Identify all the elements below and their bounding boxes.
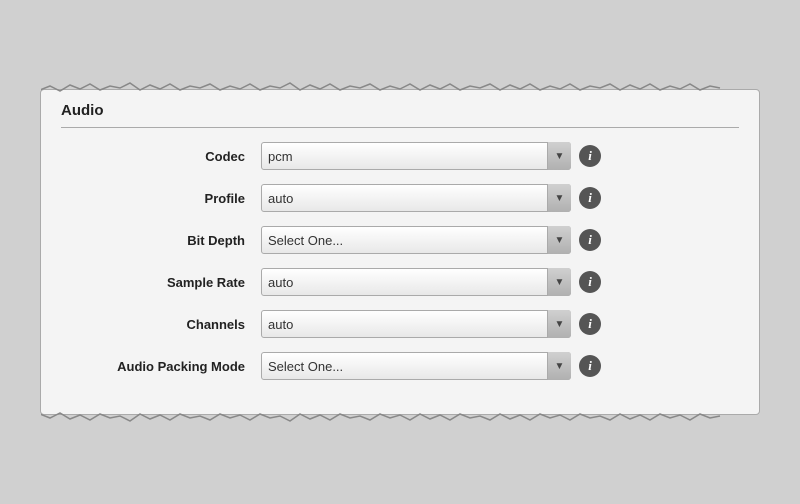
sample-rate-select[interactable]: auto 44100 48000 96000 — [261, 268, 571, 296]
channels-row: Channels auto 1 2 6 ▼ i — [61, 310, 739, 338]
bit-depth-control-wrap: Select One... 8 16 24 32 ▼ i — [261, 226, 601, 254]
channels-label: Channels — [61, 317, 261, 332]
codec-select[interactable]: pcm aac mp3 ac3 — [261, 142, 571, 170]
audio-packing-mode-select-wrapper: Select One... normal packed ▼ — [261, 352, 571, 380]
audio-packing-mode-label: Audio Packing Mode — [61, 359, 261, 374]
bit-depth-select-wrapper: Select One... 8 16 24 32 ▼ — [261, 226, 571, 254]
sample-rate-control-wrap: auto 44100 48000 96000 ▼ i — [261, 268, 601, 296]
sample-rate-select-wrapper: auto 44100 48000 96000 ▼ — [261, 268, 571, 296]
audio-packing-mode-select[interactable]: Select One... normal packed — [261, 352, 571, 380]
codec-select-wrapper: pcm aac mp3 ac3 ▼ — [261, 142, 571, 170]
audio-packing-mode-row: Audio Packing Mode Select One... normal … — [61, 352, 739, 380]
codec-info-icon[interactable]: i — [579, 145, 601, 167]
codec-label: Codec — [61, 149, 261, 164]
sample-rate-info-icon[interactable]: i — [579, 271, 601, 293]
audio-packing-mode-info-icon[interactable]: i — [579, 355, 601, 377]
profile-control-wrap: auto baseline main high ▼ i — [261, 184, 601, 212]
bit-depth-info-icon[interactable]: i — [579, 229, 601, 251]
profile-select-wrapper: auto baseline main high ▼ — [261, 184, 571, 212]
sample-rate-row: Sample Rate auto 44100 48000 96000 ▼ i — [61, 268, 739, 296]
channels-select[interactable]: auto 1 2 6 — [261, 310, 571, 338]
profile-select[interactable]: auto baseline main high — [261, 184, 571, 212]
codec-control-wrap: pcm aac mp3 ac3 ▼ i — [261, 142, 601, 170]
channels-control-wrap: auto 1 2 6 ▼ i — [261, 310, 601, 338]
profile-info-icon[interactable]: i — [579, 187, 601, 209]
sample-rate-label: Sample Rate — [61, 275, 261, 290]
profile-row: Profile auto baseline main high ▼ i — [61, 184, 739, 212]
channels-info-icon[interactable]: i — [579, 313, 601, 335]
audio-panel: Audio Codec pcm aac mp3 ac3 ▼ i Profile … — [40, 89, 760, 415]
channels-select-wrapper: auto 1 2 6 ▼ — [261, 310, 571, 338]
audio-packing-mode-control-wrap: Select One... normal packed ▼ i — [261, 352, 601, 380]
bit-depth-select[interactable]: Select One... 8 16 24 32 — [261, 226, 571, 254]
profile-label: Profile — [61, 191, 261, 206]
bit-depth-label: Bit Depth — [61, 233, 261, 248]
bit-depth-row: Bit Depth Select One... 8 16 24 32 ▼ i — [61, 226, 739, 254]
panel-title: Audio — [61, 102, 739, 128]
codec-row: Codec pcm aac mp3 ac3 ▼ i — [61, 142, 739, 170]
